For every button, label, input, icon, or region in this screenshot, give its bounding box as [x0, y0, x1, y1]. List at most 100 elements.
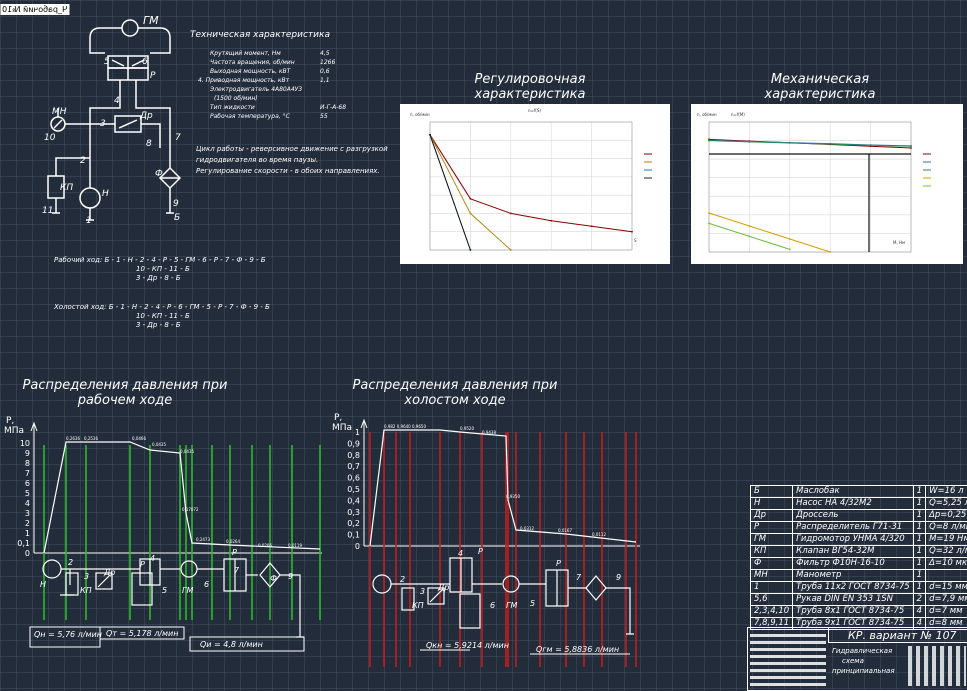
spec-name: Распределитель Г71-31: [792, 521, 914, 534]
series-line: [708, 140, 912, 147]
y-tick-label: 9: [25, 449, 30, 458]
spec-row: 2,3,4,10 Труба 8х1 ГОСТ 8734-75 4 d=7 мм: [749, 605, 967, 618]
reg-ylabel: n, об/мин: [410, 112, 430, 117]
q-idle-motor: Qгм = 5,8836 л/мин: [536, 645, 619, 654]
y-tick-label: 6: [25, 479, 30, 488]
spec-qty: 1: [912, 533, 927, 546]
reg-xlabel: S: [634, 238, 637, 243]
svg-text:5: 5: [530, 599, 535, 608]
svg-text:4: 4: [150, 554, 155, 563]
svg-text:0,9520: 0,9520: [460, 426, 474, 431]
svg-text:0,9438: 0,9438: [482, 430, 496, 435]
svg-text:ГМ: ГМ: [182, 586, 193, 595]
svg-text:10: 10: [44, 133, 56, 143]
svg-text:0,0435: 0,0435: [180, 449, 194, 454]
svg-text:Др: Др: [139, 111, 153, 121]
data-point: [708, 222, 710, 225]
spec-pos: Р: [749, 521, 794, 534]
spec-name: Маслобак: [792, 485, 914, 498]
svg-text:2: 2: [68, 558, 73, 567]
spec-table: Б Маслобак 1 W=16 л Н Насос НА 4/32М2 1 Q=5,25 …: [749, 485, 967, 630]
spec-qty: 1: [912, 497, 927, 510]
data-point: [708, 139, 710, 142]
y-tick-label: 0: [355, 542, 360, 551]
spec-row: КПКлапан ВГ54-32М1Q=32 л/мин: [749, 545, 967, 558]
data-point: [469, 197, 472, 200]
pressure-work-chart: P, МПа 00,112345678910 0,2636 0,2536 0,04…: [4, 416, 322, 652]
svg-text:0,0312: 0,0312: [520, 526, 534, 531]
svg-text:0,17072: 0,17072: [182, 507, 199, 512]
spec-note: W=16 л: [925, 485, 967, 498]
svg-text:7: 7: [576, 573, 582, 582]
spec-qty: 1: [912, 569, 927, 582]
spec-note: Q=5,25 л/мин: [925, 497, 967, 510]
spec-note: M=19 Нм: [925, 533, 967, 546]
svg-text:P,: P,: [6, 416, 14, 426]
svg-text:7: 7: [234, 566, 240, 575]
y-tick-label: 0,7: [347, 462, 360, 471]
spec-qty: 2: [912, 593, 927, 606]
data-point: [829, 251, 832, 253]
svg-text:11: 11: [42, 206, 53, 216]
press-work-title: Распределения давления при рабочем ходе: [22, 378, 228, 408]
spec-pos: Н: [749, 497, 794, 510]
mech-ylabel: n, об/мин: [697, 112, 717, 117]
spec-pos: 5,6: [749, 593, 794, 606]
svg-text:3: 3: [100, 119, 106, 129]
svg-text:Р: Р: [232, 548, 237, 557]
svg-text:1: 1: [86, 216, 92, 226]
svg-text:0,2473: 0,2473: [196, 537, 210, 542]
y-tick-label: 0,3: [347, 508, 360, 517]
data-point: [748, 141, 751, 143]
reg-char-chart: n, об/мин n=f(S) S: [410, 108, 652, 251]
svg-text:МПа: МПа: [332, 423, 352, 433]
spec-note: [925, 569, 967, 582]
mech-xlabel: M, Нм: [893, 240, 905, 245]
hydraulic-scheme: ГМ МН Др Р КП Н Ф Б 1 2 3 4 5 6 7 8 9 10…: [42, 14, 182, 226]
reg-char-title: Регулировочная характеристика: [474, 72, 586, 102]
svg-text:Р: Р: [478, 547, 483, 556]
q-idle-pump: Qкн = 5,9214 л/мин: [426, 641, 509, 650]
spec-name: Манометр: [792, 569, 914, 582]
svg-text:0,0435: 0,0435: [152, 442, 166, 447]
mech-title: n=f(M): [731, 112, 745, 117]
variant-title: КР. вариант № 107: [848, 629, 957, 642]
y-tick-label: 0,9: [347, 439, 360, 448]
reg-char-panel: n, об/мин n=f(S) S: [400, 104, 670, 264]
svg-text:0,0112: 0,0112: [592, 532, 606, 537]
y-tick-label: 0,1: [17, 539, 30, 548]
y-tick-label: 8: [25, 459, 30, 468]
spec-note: d=7 мм: [925, 605, 967, 618]
svg-text:ГМ: ГМ: [506, 601, 517, 610]
svg-text:Р: Р: [556, 559, 561, 568]
spec-name: Гидромотор УНМА 4/320: [792, 533, 914, 546]
spec-qty: 1: [912, 509, 927, 522]
spec-name: Дроссель: [792, 509, 914, 522]
svg-text:КП: КП: [412, 601, 424, 610]
data-point: [788, 248, 791, 251]
svg-text:3: 3: [84, 572, 89, 581]
spec-row: ННасос НА 4/32М21Q=5,25 л/мин: [749, 497, 967, 510]
mech-char-panel: n, об/мин n=f(M) M, Нм: [691, 104, 963, 264]
spec-row: РРаспределитель Г71-311Q=8 л/мин: [749, 521, 967, 534]
spec-row: МН Манометр 1: [749, 569, 967, 582]
svg-text:0,0466: 0,0466: [132, 436, 146, 441]
svg-text:6: 6: [490, 601, 495, 610]
data-point: [910, 145, 912, 148]
flow-paths: Рабочий ход: Б - 1 - Н - 2 - 4 - Р - 5 -…: [54, 256, 270, 329]
svg-text:0,9350: 0,9350: [506, 494, 520, 499]
data-point: [631, 230, 633, 233]
svg-text:6: 6: [204, 580, 209, 589]
series-line: [429, 134, 471, 251]
spec-name: Труба 11х2 ГОСТ 8734-75: [792, 581, 914, 594]
svg-text:Р: Р: [140, 560, 145, 569]
svg-text:МПа: МПа: [4, 426, 24, 436]
data-point: [910, 147, 912, 149]
tech-title: Техническая характеристика: [190, 30, 330, 40]
spec-qty: 1: [912, 545, 927, 558]
series-line: [429, 134, 633, 233]
cycle-description: Цикл работы - реверсивное движение с раз…: [196, 145, 388, 175]
data-point: [590, 225, 593, 228]
data-point: [788, 142, 791, 144]
svg-text:КП: КП: [80, 586, 92, 595]
